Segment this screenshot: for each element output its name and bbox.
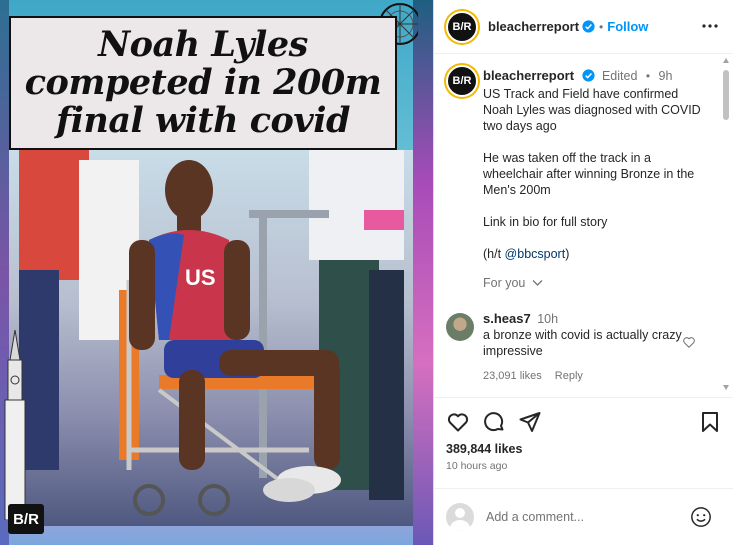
header-username[interactable]: bleacherreport: [488, 19, 579, 34]
edited-label: Edited: [601, 69, 638, 83]
post-side-panel: B/R bleacherreport • Follow B/R bleacher…: [433, 0, 733, 545]
post-time[interactable]: 9h: [659, 69, 673, 83]
chevron-down-icon: [532, 280, 543, 286]
hat-tip-suffix: ): [565, 247, 570, 261]
comment-heart-icon[interactable]: [682, 335, 696, 349]
heart-icon[interactable]: [446, 410, 470, 434]
follow-button[interactable]: Follow: [607, 19, 648, 34]
scrollbar-thumb[interactable]: [723, 70, 729, 120]
bookmark-icon[interactable]: [698, 410, 722, 434]
decorative-band-right: [413, 0, 433, 545]
athlete-wheelchair-illustration: US: [19, 150, 404, 516]
mention-link[interactable]: @bbcsport: [505, 247, 566, 261]
emoji-icon[interactable]: [690, 506, 712, 528]
comment-time: 10h: [537, 312, 559, 326]
headline-overlay: Noah Lyles competed in 200m final with c…: [9, 16, 397, 150]
caption-avatar[interactable]: B/R: [446, 65, 478, 97]
comments-scrollbar[interactable]: [723, 58, 729, 390]
add-comment-input[interactable]: [486, 510, 686, 524]
reply-button[interactable]: Reply: [555, 370, 583, 382]
send-icon[interactable]: [518, 410, 542, 434]
separator-dot: •: [599, 19, 604, 34]
post-media-image[interactable]: US Noah Lyles competed in 200m final wit…: [0, 0, 433, 545]
hat-tip-prefix: (h/t: [483, 247, 505, 261]
for-you-text: For you: [483, 276, 526, 290]
caption-paragraph: Link in bio for full story: [483, 215, 608, 229]
for-you-label[interactable]: For you: [483, 276, 711, 290]
caption-username[interactable]: bleacherreport: [483, 68, 574, 83]
caption-body: US Track and Field have confirmed Noah L…: [483, 86, 711, 262]
post-header: B/R bleacherreport • Follow: [434, 0, 733, 54]
athlete-photo: US: [9, 150, 413, 526]
caption-paragraph: He was taken off the track in a wheelcha…: [483, 151, 695, 197]
account-avatar[interactable]: B/R: [446, 10, 478, 43]
br-watermark-logo: B/R: [8, 504, 44, 534]
verified-badge-icon: [582, 20, 595, 33]
caption-hat-tip: (h/t @bbcsport): [483, 246, 711, 262]
more-options-icon[interactable]: [700, 16, 720, 36]
user-avatar: [446, 503, 474, 531]
verified-badge-icon: [581, 69, 595, 82]
headline-text: Noah Lyles competed in 200m final with c…: [24, 24, 382, 141]
jersey-text: US: [185, 265, 216, 290]
comment-bubble-icon[interactable]: [482, 410, 506, 434]
separator-dot: •: [645, 69, 651, 83]
scroll-down-arrow-icon[interactable]: [723, 385, 729, 390]
post-actions: 389,844 likes 10 hours ago: [434, 397, 733, 487]
commenter-avatar[interactable]: [446, 313, 474, 341]
comment-likes[interactable]: 23,091 likes: [483, 370, 542, 382]
comment-text: a bronze with covid is actually crazy im…: [483, 328, 682, 358]
clock-tower-graphic: [4, 330, 26, 520]
comments-scroll-area[interactable]: B/R bleacherreport Edited • 9h US Track …: [434, 55, 733, 395]
commenter-username[interactable]: s.heas7: [483, 311, 531, 326]
scroll-up-arrow-icon[interactable]: [723, 58, 729, 63]
posted-time-ago: 10 hours ago: [446, 460, 508, 472]
caption-paragraph: US Track and Field have confirmed Noah L…: [483, 87, 701, 133]
likes-count[interactable]: 389,844 likes: [446, 442, 522, 456]
add-comment-bar: [434, 488, 733, 545]
